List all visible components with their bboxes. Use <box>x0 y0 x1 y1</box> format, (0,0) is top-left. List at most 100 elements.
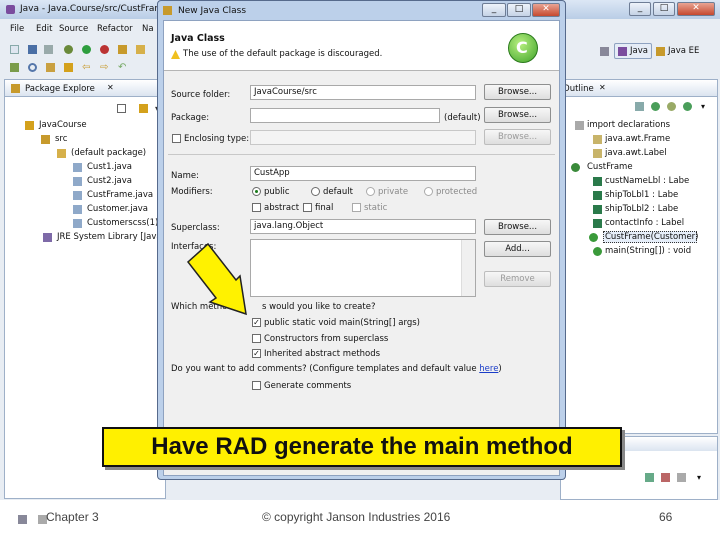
external-tools-icon[interactable] <box>100 45 109 54</box>
superclass-field[interactable]: java.lang.Object <box>250 219 476 234</box>
modifier-public-radio[interactable] <box>252 187 261 196</box>
debug-icon[interactable] <box>64 45 73 54</box>
abstract-checkbox[interactable] <box>252 203 261 212</box>
menu-file[interactable]: File <box>10 24 24 34</box>
new-java-project-icon[interactable] <box>118 45 127 54</box>
modifier-private-radio[interactable] <box>366 187 375 196</box>
last-edit-icon[interactable]: ↶ <box>118 63 127 73</box>
package-icon <box>57 149 66 158</box>
inherited-methods-checkbox[interactable]: ✓ <box>252 349 261 358</box>
status-icon <box>18 515 27 524</box>
method-icon <box>593 247 602 256</box>
clear-console-icon[interactable] <box>661 473 670 482</box>
callout-box: Have RAD generate the main method <box>102 427 622 467</box>
library-icon <box>43 233 52 242</box>
outline-item[interactable]: main(String[]) : void <box>605 246 691 256</box>
close-icon[interactable]: ✕ <box>107 83 114 92</box>
tree-item[interactable]: Customer.java <box>87 204 148 214</box>
new-icon[interactable] <box>10 45 19 54</box>
browse-enclosing-button[interactable]: Browse... <box>484 129 551 145</box>
perspective-bar: Java Java EE <box>562 40 718 62</box>
perspective-javaee-label[interactable]: Java EE <box>668 46 699 56</box>
warning-icon <box>171 50 180 59</box>
tree-item[interactable]: src <box>55 134 67 144</box>
constructor-icon <box>589 233 598 242</box>
static-checkbox[interactable] <box>352 203 361 212</box>
close-icon[interactable]: ✕ <box>599 83 606 92</box>
comments-question: Do you want to add comments? (Configure … <box>171 364 502 374</box>
perspective-java-label: Java <box>630 46 648 56</box>
print-icon[interactable] <box>44 45 53 54</box>
outline-item[interactable]: contactInfo : Label <box>605 218 684 228</box>
dialog-minimize-button[interactable]: _ <box>482 3 506 17</box>
tree-item[interactable]: JRE System Library [JavaS <box>57 232 167 242</box>
package-field[interactable] <box>250 108 440 123</box>
hide-fields-icon[interactable] <box>651 102 660 111</box>
class-name-field[interactable]: CustApp <box>250 166 476 181</box>
tree-item[interactable]: JavaCourse <box>39 120 87 130</box>
final-checkbox[interactable] <box>303 203 312 212</box>
eclipse-title: Java - Java.Course/src/CustFrame.j <box>20 4 175 14</box>
eclipse-minimize-button[interactable]: _ <box>629 2 651 16</box>
run-icon[interactable] <box>82 45 91 54</box>
interfaces-list[interactable] <box>250 239 476 297</box>
java-file-icon <box>73 191 82 200</box>
tree-item[interactable]: Cust1.java <box>87 162 132 172</box>
collapse-all-icon[interactable] <box>117 104 126 113</box>
new-package-icon[interactable] <box>136 45 145 54</box>
dialog-maximize-button[interactable]: □ <box>507 3 531 17</box>
outline-item[interactable]: shipToLbl1 : Labe <box>605 190 678 200</box>
outline-item[interactable]: custNameLbl : Labe <box>605 176 689 186</box>
outline-item[interactable]: java.awt.Frame <box>605 134 670 144</box>
outline-item[interactable]: CustFrame <box>587 162 633 172</box>
generate-comments-checkbox[interactable] <box>252 381 261 390</box>
browse-source-folder-button[interactable]: Browse... <box>484 84 551 100</box>
console-icon[interactable] <box>645 473 654 482</box>
dialog-close-button[interactable]: ✕ <box>532 3 560 17</box>
tree-item[interactable]: CustFrame.java <box>87 190 153 200</box>
save-icon[interactable] <box>28 45 37 54</box>
search-icon[interactable] <box>28 63 37 72</box>
forward-arrow-icon[interactable]: ⇨ <box>100 63 109 73</box>
java-file-icon <box>73 205 82 214</box>
link-with-editor-icon[interactable] <box>139 104 148 113</box>
source-folder-field[interactable]: JavaCourse/src <box>250 85 476 100</box>
modifier-protected-label: protected <box>436 187 478 197</box>
back-arrow-icon[interactable]: ⇦ <box>82 63 91 73</box>
outline-item[interactable]: import declarations <box>587 120 670 130</box>
outline-item[interactable]: java.awt.Label <box>605 148 667 158</box>
menu-navigate[interactable]: Na <box>142 24 154 34</box>
pin-console-icon[interactable] <box>677 473 686 482</box>
outline-item[interactable]: shipToLbl2 : Labe <box>605 204 678 214</box>
hide-static-icon[interactable] <box>667 102 676 111</box>
eclipse-maximize-button[interactable]: □ <box>653 2 675 16</box>
enclosing-type-field[interactable] <box>250 130 476 145</box>
next-annotation-icon[interactable] <box>64 63 73 72</box>
footer-copyright: © copyright Janson Industries 2016 <box>262 510 451 524</box>
pencil-icon[interactable] <box>46 63 55 72</box>
hide-nonpublic-icon[interactable] <box>683 102 692 111</box>
menu-source[interactable]: Source <box>59 24 88 34</box>
modifier-default-radio[interactable] <box>311 187 320 196</box>
menu-edit[interactable]: Edit <box>36 24 52 34</box>
remove-interface-button[interactable]: Remove <box>484 271 551 287</box>
enclosing-type-checkbox[interactable] <box>172 134 181 143</box>
browse-superclass-button[interactable]: Browse... <box>484 219 551 235</box>
add-interface-button[interactable]: Add... <box>484 241 551 257</box>
modifier-protected-radio[interactable] <box>424 187 433 196</box>
open-type-icon[interactable] <box>10 63 19 72</box>
view-menu-icon[interactable]: ▾ <box>701 102 710 111</box>
modifier-default-label: default <box>323 187 353 197</box>
view-menu-icon[interactable]: ▾ <box>697 473 706 482</box>
eclipse-close-button[interactable]: ✕ <box>677 2 715 16</box>
menu-refactor[interactable]: Refactor <box>97 24 133 34</box>
browse-package-button[interactable]: Browse... <box>484 107 551 123</box>
tree-item[interactable]: Cust2.java <box>87 176 132 186</box>
interfaces-list-scrollbar[interactable] <box>461 240 475 296</box>
sort-icon[interactable] <box>635 102 644 111</box>
outline-item[interactable]: CustFrame(Customer) <box>605 232 699 242</box>
tree-item[interactable]: (default package) <box>71 148 146 158</box>
constructors-checkbox[interactable] <box>252 334 261 343</box>
configure-templates-link[interactable]: here <box>479 364 498 374</box>
open-perspective-icon[interactable] <box>600 47 609 56</box>
